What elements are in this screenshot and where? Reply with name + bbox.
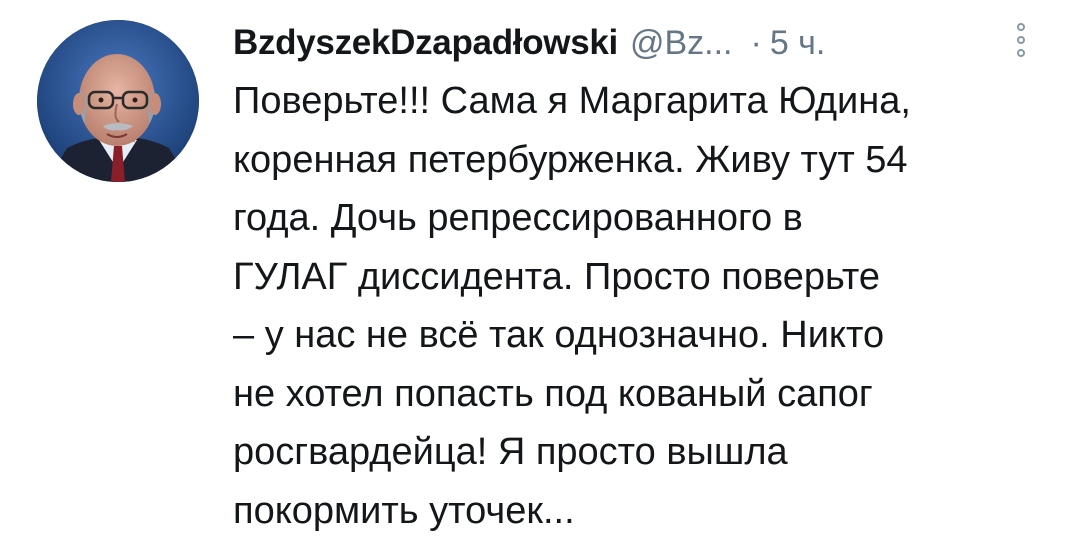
separator-dot: · — [750, 23, 762, 62]
tweet-text-line: росгвардейца! Я просто вышла — [233, 431, 788, 473]
tweet-text-line: года. Дочь репрессированного в — [233, 197, 803, 239]
tweet-text-line: – у нас не всё так однозначно. Никто — [233, 314, 885, 356]
tweet-text-line: Поверьте!!! Сама я Маргарита Юдина, — [233, 80, 911, 122]
tweet-text-line: ГУЛАГ диссидента. Просто поверьте — [233, 255, 880, 298]
author-handle[interactable]: @Bz... — [630, 24, 733, 63]
vertical-dots-icon — [1017, 23, 1025, 31]
more-options-button[interactable] — [1008, 14, 1034, 66]
avatar-photo-icon — [37, 20, 199, 182]
author-name[interactable]: BzdyszekDzapadłowski — [233, 23, 618, 63]
tweet[interactable]: BzdyszekDzapadłowski @Bz... · 5 ч. Повер… — [0, 0, 1080, 558]
user-avatar[interactable] — [37, 20, 199, 182]
tweet-text-line: коренная петербурженка. Живу тут 54 — [233, 138, 908, 181]
tweet-header: BzdyszekDzapadłowski @Bz... · 5 ч. — [233, 18, 1043, 68]
tweet-text-line: покормить уточек... — [233, 489, 575, 532]
tweet-text-line: не хотел попасть под кованый сапог — [233, 372, 873, 415]
vertical-dots-icon — [1017, 36, 1025, 44]
tweet-timestamp[interactable]: 5 ч. — [770, 24, 826, 63]
vertical-dots-icon — [1017, 49, 1025, 57]
tweet-text: Поверьте!!! Сама я Маргарита Юдина, коре… — [233, 72, 1053, 540]
